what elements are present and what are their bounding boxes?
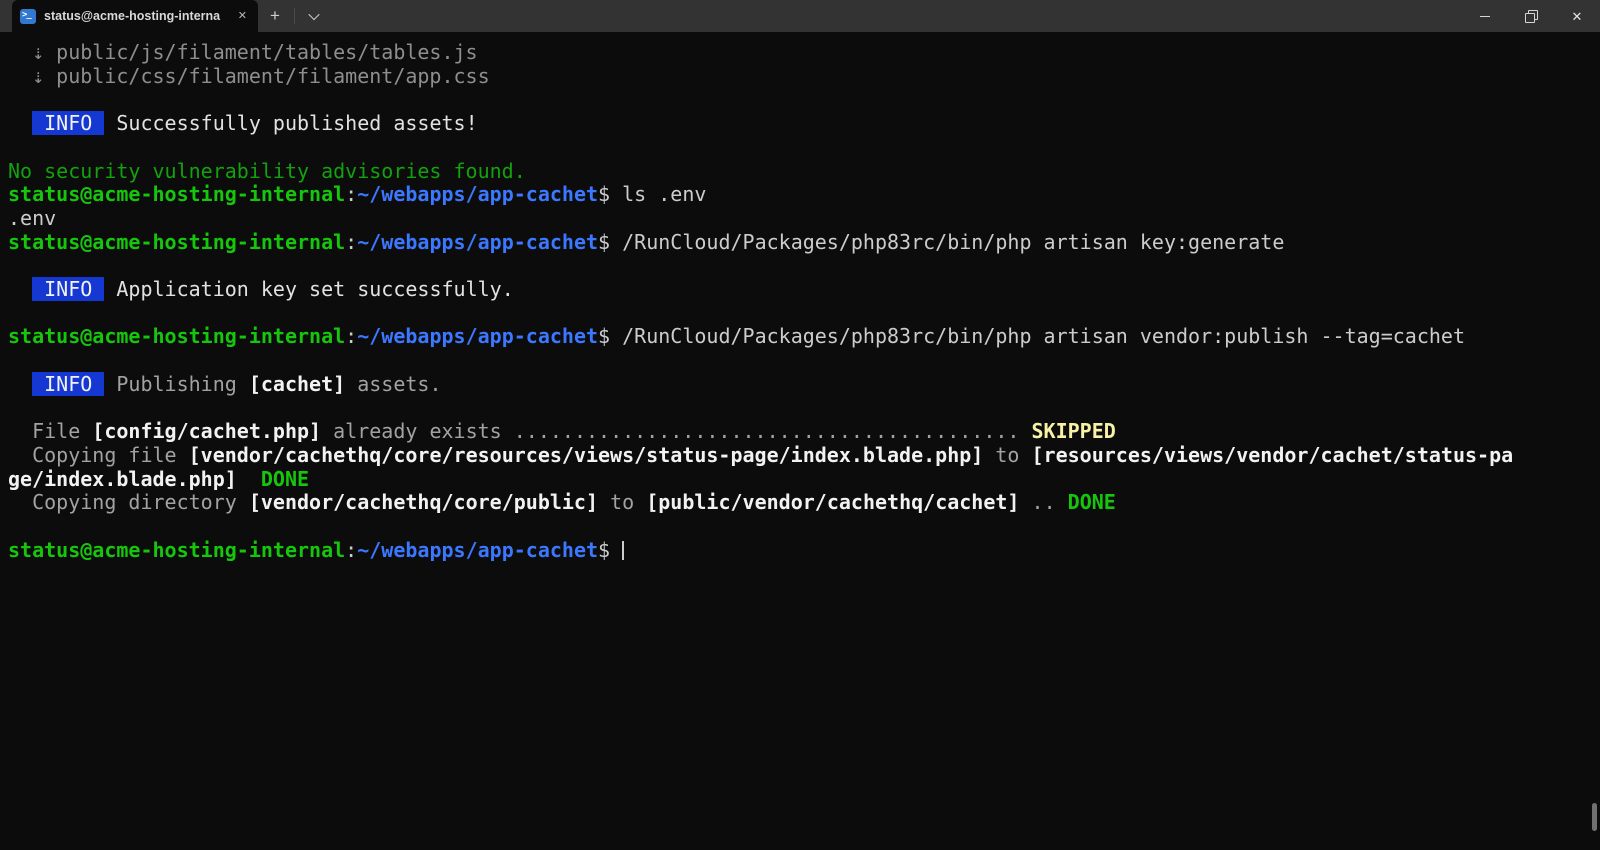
terminal-text-segment [104,372,116,396]
terminal-text-segment: ~/webapps/app-cachet [357,230,598,254]
terminal-tab[interactable]: status@acme-hosting-interna ✕ [12,0,258,32]
terminal-line: status@acme-hosting-internal:~/webapps/a… [8,539,1592,563]
terminal-text-segment: : [345,324,357,348]
terminal-line: ge/index.blade.php] DONE [8,468,1592,492]
terminal-text-segment: [config/cachet.php] [92,419,321,443]
terminal-text-segment [1019,419,1031,443]
terminal-line [8,349,1592,373]
terminal-line: File [config/cachet.php] already exists … [8,420,1592,444]
terminal-text-segment: .env [8,206,56,230]
maximize-restore-button[interactable] [1508,0,1554,32]
terminal-text-segment: ⇣ public/js/filament/tables/tables.js [8,40,478,64]
terminal-line: INFO Application key set successfully. [8,278,1592,302]
tab-close-icon[interactable]: ✕ [235,9,250,24]
terminal-text-segment: DONE [1068,490,1116,514]
terminal-text-segment: [resources/views/vendor/cachet/status-pa [1032,443,1514,467]
terminal-text-segment: : [345,538,357,562]
terminal-text-segment: Copying directory [8,490,249,514]
terminal-text-segment [104,277,116,301]
terminal-text-segment: ~/webapps/app-cachet [357,324,598,348]
terminal-line: Copying file [vendor/cachethq/core/resou… [8,444,1592,468]
scrollbar-thumb[interactable] [1592,803,1597,831]
terminal-text-segment: already exists [321,419,514,443]
terminal-text-segment: assets. [345,372,441,396]
terminal-text-segment: ~/webapps/app-cachet [357,182,598,206]
terminal-line: ⇣ public/css/filament/filament/app.css [8,65,1592,89]
terminal-text-segment [8,372,32,396]
terminal-text-segment: $ /RunCloud/Packages/php83rc/bin/php art… [598,230,1284,254]
info-badge: INFO [32,111,104,135]
text-cursor [622,541,624,560]
chevron-down-icon [308,9,319,20]
terminal-text-segment: Successfully published assets! [116,111,477,135]
terminal-line [8,397,1592,421]
terminal-text-segment: status@acme-hosting-internal [8,182,345,206]
terminal-text-segment: ........................................… [514,419,1020,443]
terminal-text-segment: DONE [261,467,309,491]
minimize-icon [1480,16,1490,17]
terminal-output[interactable]: ⇣ public/js/filament/tables/tables.js ⇣ … [0,32,1600,850]
terminal-line [8,136,1592,160]
terminal-text-segment: [vendor/cachethq/core/resources/views/st… [189,443,984,467]
close-button[interactable]: ✕ [1554,0,1600,32]
tab-dropdown-button[interactable] [297,0,331,32]
terminal-text-segment: status@acme-hosting-internal [8,538,345,562]
terminal-text-segment: : [345,230,357,254]
terminal-line [8,254,1592,278]
terminal-text-segment: $ [598,538,622,562]
terminal-text-segment: .. [1019,490,1067,514]
info-badge: INFO [32,372,104,396]
terminal-line: .env [8,207,1592,231]
titlebar: status@acme-hosting-interna ✕ + ✕ [0,0,1600,32]
terminal-text-segment: Publishing [116,372,248,396]
terminal-text-segment: ~/webapps/app-cachet [357,538,598,562]
terminal-text-segment: ⇣ public/css/filament/filament/app.css [8,64,490,88]
info-badge: INFO [32,277,104,301]
terminal-text-segment [104,111,116,135]
terminal-line: No security vulnerability advisories fou… [8,160,1592,184]
terminal-text-segment: $ /RunCloud/Packages/php83rc/bin/php art… [598,324,1465,348]
terminal-line: Copying directory [vendor/cachethq/core/… [8,491,1592,515]
terminal-text-segment: [vendor/cachethq/core/public] [249,490,598,514]
terminal-text-segment: $ ls .env [598,182,706,206]
terminal-text-segment: Copying file [8,443,189,467]
powershell-icon [20,9,36,24]
terminal-text-segment: Application key set successfully. [116,277,513,301]
terminal-text-segment: [public/vendor/cachethq/cachet] [646,490,1019,514]
terminal-line: ⇣ public/js/filament/tables/tables.js [8,41,1592,65]
terminal-line: status@acme-hosting-internal:~/webapps/a… [8,183,1592,207]
tab-bar-separator [294,8,295,24]
close-icon: ✕ [1572,10,1583,23]
terminal-text-segment: SKIPPED [1032,419,1116,443]
tab-title: status@acme-hosting-interna [44,9,227,23]
terminal-text-segment: File [8,419,92,443]
terminal-text-segment [8,111,32,135]
terminal-text-segment: : [345,182,357,206]
minimize-button[interactable] [1462,0,1508,32]
terminal-text-segment: ge/index.blade.php] [8,467,237,491]
terminal-text-segment: No security vulnerability advisories fou… [8,159,526,183]
titlebar-drag-region [331,0,1462,32]
terminal-line: INFO Publishing [cachet] assets. [8,373,1592,397]
terminal-text-segment: to [598,490,646,514]
terminal-text-segment: to [983,443,1031,467]
terminal-line [8,515,1592,539]
terminal-text-segment [8,277,32,301]
terminal-line [8,88,1592,112]
terminal-line: INFO Successfully published assets! [8,112,1592,136]
new-tab-button[interactable]: + [258,0,292,32]
restore-icon [1525,10,1537,22]
terminal-line [8,302,1592,326]
terminal-text-segment: status@acme-hosting-internal [8,230,345,254]
terminal-text-segment: [cachet] [249,372,345,396]
terminal-line: status@acme-hosting-internal:~/webapps/a… [8,231,1592,255]
terminal-text-segment: status@acme-hosting-internal [8,324,345,348]
terminal-text-segment [237,467,261,491]
terminal-line: status@acme-hosting-internal:~/webapps/a… [8,325,1592,349]
